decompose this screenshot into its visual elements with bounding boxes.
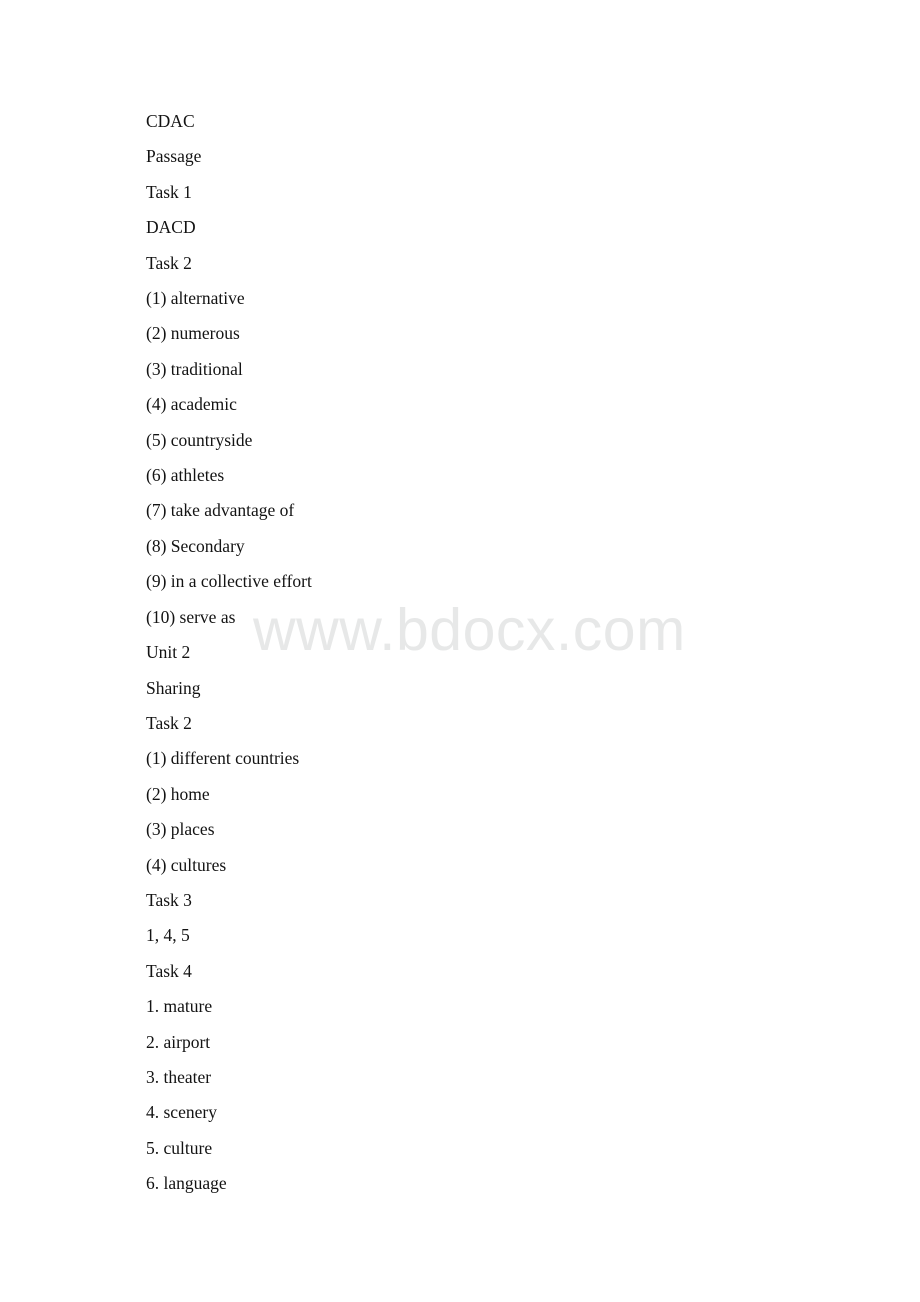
document-line: 6. language: [146, 1173, 227, 1194]
document-line: Sharing: [146, 677, 201, 698]
document-line: 2. airport: [146, 1031, 211, 1052]
document-line: Passage: [146, 146, 202, 167]
document-line: (7) take advantage of: [146, 500, 295, 521]
document-line: (2) home: [146, 783, 210, 804]
document-line: (4) academic: [146, 394, 237, 415]
document-line: 4. scenery: [146, 1102, 217, 1123]
document-line: Task 4: [146, 960, 192, 981]
document-text-body: CDAC Passage Task 1 DACD Task 2 (1) alte…: [146, 104, 846, 1202]
document-page: www.bdocx.com CDAC Passage Task 1 DACD T…: [0, 0, 920, 1302]
document-line: 1, 4, 5: [146, 925, 190, 946]
document-line: Task 3: [146, 889, 192, 910]
document-line: (3) traditional: [146, 358, 243, 379]
document-line: (1) different countries: [146, 748, 300, 769]
document-line: Unit 2: [146, 642, 191, 663]
document-line: Task 1: [146, 181, 192, 202]
document-line: 5. culture: [146, 1137, 213, 1158]
document-line: (1) alternative: [146, 288, 245, 309]
document-line: (8) Secondary: [146, 535, 245, 556]
document-line: (4) cultures: [146, 854, 227, 875]
document-line: (6) athletes: [146, 465, 225, 486]
document-line: (2) numerous: [146, 323, 240, 344]
document-line: CDAC: [146, 111, 195, 131]
document-line: 1. mature: [146, 996, 213, 1017]
document-line: (5) countryside: [146, 429, 253, 450]
document-line: (9) in a collective effort: [146, 571, 312, 592]
document-line: DACD: [146, 217, 196, 238]
document-line: Task 2: [146, 252, 192, 273]
document-line: (10) serve as: [146, 606, 236, 627]
document-line: 3. theater: [146, 1066, 212, 1087]
document-line: (3) places: [146, 819, 215, 840]
document-line: Task 2: [146, 712, 192, 733]
